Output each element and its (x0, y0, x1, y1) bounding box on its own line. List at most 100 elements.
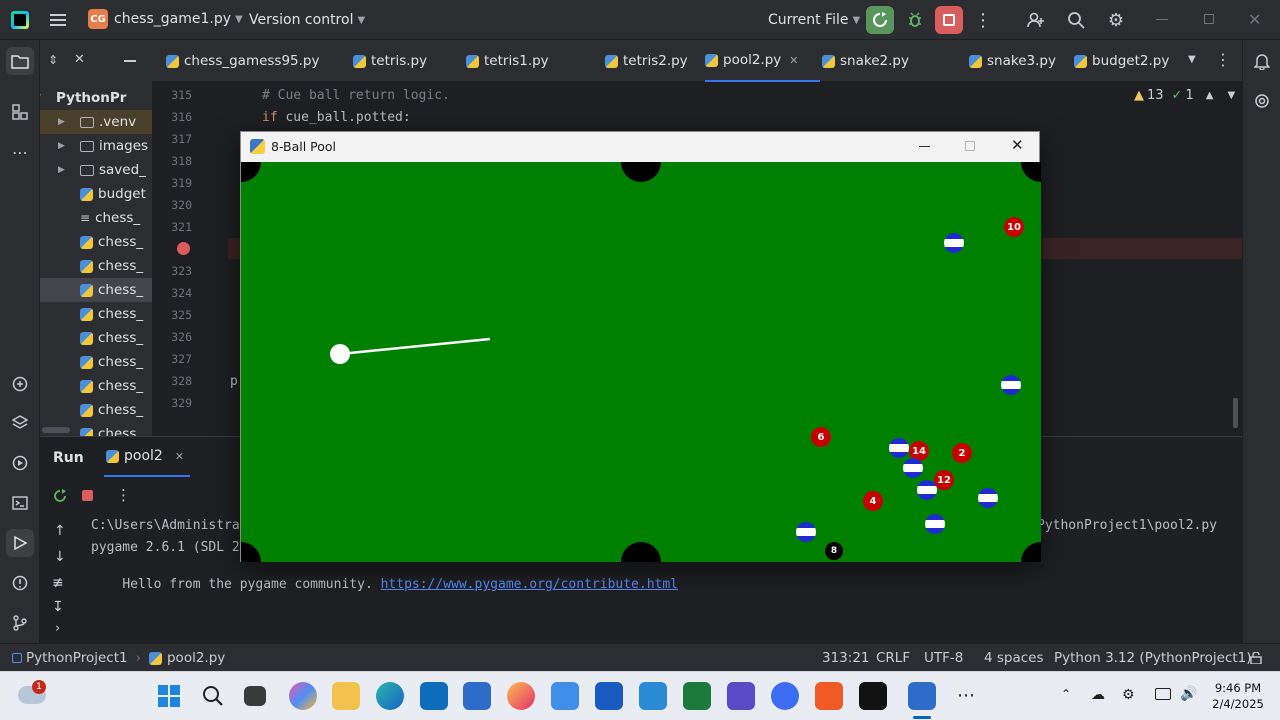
editor-tab[interactable]: tetris1.py (466, 40, 592, 82)
tree-item[interactable]: ▶ images (40, 134, 152, 158)
word-icon[interactable] (595, 682, 623, 710)
taskbar-more-icon[interactable]: ⋯ (957, 685, 975, 706)
volume-icon[interactable]: 🔊 (1180, 686, 1197, 702)
file-encoding[interactable]: UTF-8 (924, 650, 963, 666)
tree-item[interactable]: chess_ (40, 398, 152, 422)
stop-button[interactable] (935, 6, 963, 34)
editor-tab[interactable]: pool2.py ✕ (705, 40, 820, 82)
console-link[interactable]: https://www.pygame.org/contribute.html (381, 577, 678, 592)
terminal-icon[interactable] (6, 489, 34, 517)
chevron-up-icon[interactable]: ▲ (1206, 90, 1214, 101)
window-maximize-icon[interactable] (965, 141, 975, 151)
expand-collapse-icon[interactable]: ⇕ (48, 53, 58, 67)
add-user-icon[interactable] (1022, 6, 1050, 34)
tree-item[interactable]: budget (40, 182, 152, 206)
tree-scrollbar[interactable] (42, 427, 70, 433)
chevron-down-icon[interactable]: ▼ (40, 93, 41, 103)
firefox-icon[interactable] (507, 682, 535, 710)
close-panel-icon[interactable]: ✕ (74, 52, 85, 67)
editor-tab[interactable]: snake3.py (969, 40, 1064, 82)
tray-chevron-up-icon[interactable]: ⌃ (1061, 687, 1071, 701)
unlock-icon[interactable] (1250, 651, 1262, 668)
notepad-icon[interactable] (551, 682, 579, 710)
chevron-right-icon[interactable]: ▶ (58, 165, 65, 175)
soft-wrap-icon[interactable]: ≢ (52, 575, 64, 591)
caret-position[interactable]: 313:21 (822, 650, 870, 666)
tree-root[interactable]: ▼ PythonPr (40, 86, 152, 110)
rerun-icon[interactable] (53, 488, 67, 507)
editor-tab[interactable]: snake2.py (822, 40, 957, 82)
git-icon[interactable] (6, 609, 34, 637)
breadcrumb-project[interactable]: PythonProject1 (26, 650, 128, 666)
network-icon[interactable]: ☁ (1091, 687, 1105, 703)
tree-item[interactable]: chess_ (40, 302, 152, 326)
display-icon[interactable] (1155, 688, 1171, 700)
run-config-selector[interactable]: Current File ▼ (768, 12, 860, 28)
window-close-icon[interactable]: ✕ (1011, 136, 1024, 154)
run-more-icon[interactable]: ⋮ (116, 486, 131, 504)
scroll-up-icon[interactable]: ↑ (54, 523, 66, 539)
ai-assistant-icon[interactable] (1248, 87, 1276, 115)
tree-item[interactable]: chess_ (40, 326, 152, 350)
scroll-down-icon[interactable]: ↓ (54, 549, 66, 565)
pycharm-taskbar-icon[interactable] (859, 682, 887, 710)
excel-icon[interactable] (683, 682, 711, 710)
breadcrumb-file[interactable]: pool2.py (167, 650, 225, 666)
tree-item[interactable]: chess_ (40, 278, 152, 302)
notifications-bell-icon[interactable] (1248, 47, 1276, 75)
start-windows-icon[interactable] (158, 685, 180, 711)
tabs-overflow-icon[interactable]: ▼ (1188, 54, 1196, 65)
indent-setting[interactable]: 4 spaces (984, 650, 1044, 666)
version-control-widget[interactable]: Version control ▼ (249, 12, 365, 28)
cue-ball[interactable] (330, 344, 350, 364)
pygame-taskbar-icon[interactable] (908, 682, 936, 710)
more-tools-icon[interactable]: ⋯ (6, 138, 34, 166)
editor-tab[interactable]: chess_gamess95.py (166, 40, 341, 82)
python-interpreter[interactable]: Python 3.12 (PythonProject1) (1054, 650, 1252, 666)
project-folder-icon[interactable] (6, 47, 34, 75)
run-tool-icon[interactable] (6, 529, 34, 557)
maximize-icon[interactable] (1204, 14, 1214, 24)
photos-icon[interactable] (639, 682, 667, 710)
tree-item[interactable]: ▶ saved_ (40, 158, 152, 182)
tree-item[interactable]: chess_ (40, 350, 152, 374)
hide-panel-icon[interactable] (124, 60, 136, 62)
editor-tab[interactable]: tetris2.py (605, 40, 695, 82)
tree-item[interactable]: ▶ .venv (40, 110, 152, 134)
search-icon[interactable] (1062, 6, 1090, 34)
pool-table[interactable]: 10 6 14 2 12 4 8 (241, 162, 1041, 562)
clock[interactable]: 9:46 PM 2/4/2025 (1212, 680, 1264, 712)
tabs-more-icon[interactable]: ⋮ (1215, 50, 1231, 69)
tree-item[interactable]: chess_ (40, 374, 152, 398)
rerun-button[interactable] (866, 6, 894, 34)
chevron-right-icon[interactable]: ▶ (58, 117, 65, 127)
edge-browser-icon[interactable] (376, 682, 404, 710)
copilot-icon[interactable] (289, 682, 317, 710)
breakpoint-icon[interactable] (177, 242, 190, 255)
cue-stick[interactable] (241, 162, 1041, 562)
close-tab-icon[interactable]: ✕ (789, 54, 798, 67)
services-icon[interactable] (6, 449, 34, 477)
editor-scrollbar[interactable] (1233, 398, 1238, 428)
close-icon[interactable]: ✕ (1248, 10, 1261, 29)
settings-gear-icon[interactable]: ⚙ (1102, 6, 1130, 34)
structure-icon[interactable] (6, 98, 34, 126)
stop-run-icon[interactable] (82, 490, 93, 501)
vpn-icon[interactable] (771, 682, 799, 710)
layers-icon[interactable] (6, 409, 34, 437)
editor-tab[interactable]: budget2.py (1074, 40, 1204, 82)
more-actions-icon[interactable]: ⋮ (969, 6, 997, 34)
expand-icon[interactable]: › (55, 621, 60, 636)
file-explorer-icon[interactable] (332, 682, 360, 710)
task-view-icon[interactable] (244, 686, 266, 706)
minimize-icon[interactable] (1156, 19, 1168, 20)
editor-tab[interactable]: tetris.py (353, 40, 453, 82)
tree-item[interactable]: ≡ chess_ (40, 206, 152, 230)
scroll-to-end-icon[interactable]: ↧ (52, 599, 64, 615)
language-icon[interactable]: ⚙ (1122, 687, 1135, 703)
close-tab-icon[interactable]: ✕ (175, 450, 184, 463)
project-widget[interactable]: CG chess_game1.py ▼ (88, 9, 243, 29)
tree-item[interactable]: chess_ (40, 254, 152, 278)
brave-icon[interactable] (815, 682, 843, 710)
problems-icon[interactable] (6, 569, 34, 597)
